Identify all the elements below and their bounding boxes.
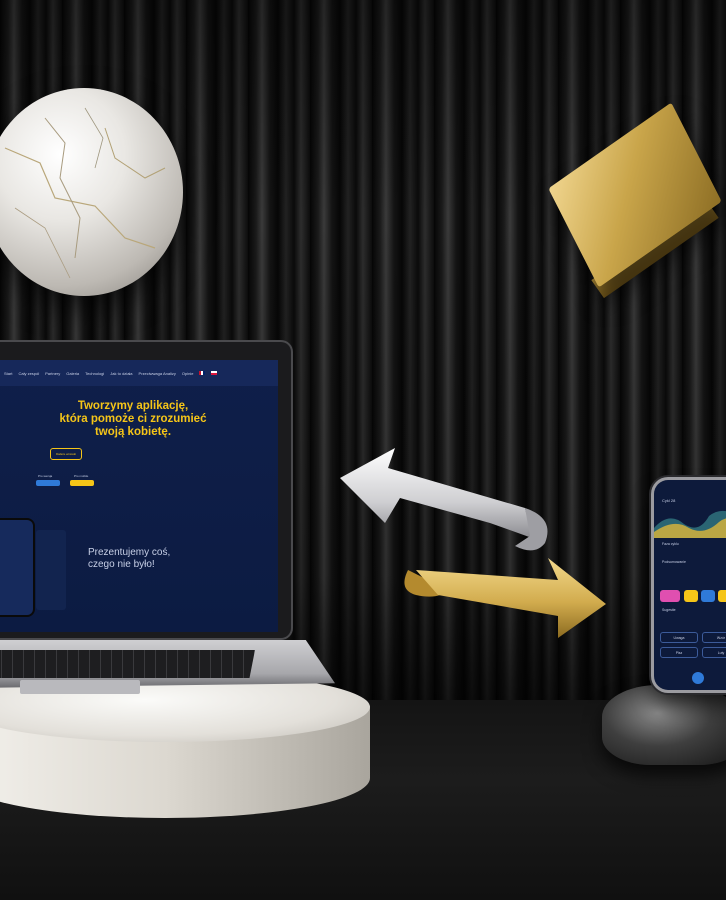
phase-chip[interactable] — [660, 590, 680, 602]
hero-title: Tworzymy aplikację, która pomoże ci zroz… — [0, 400, 278, 439]
app-button[interactable]: Uwaga — [660, 632, 698, 643]
laptop-touchpad — [20, 680, 140, 694]
nav-item[interactable]: Partnery — [45, 371, 60, 376]
store-label: Pro mobile — [74, 474, 89, 478]
app-button[interactable]: Pisz — [660, 647, 698, 658]
app-label: Sugestie — [662, 608, 676, 612]
marble-sphere — [0, 88, 183, 296]
nav-item[interactable]: Jak to działa — [110, 371, 132, 376]
dark-rock-stand — [602, 685, 726, 765]
phase-chip[interactable] — [718, 590, 726, 602]
mini-phone-preview — [0, 520, 33, 615]
uk-flag-icon[interactable] — [199, 371, 206, 375]
nav-item[interactable]: Cały zespół — [18, 371, 39, 376]
marble-veins — [4, 107, 166, 279]
mini-app-panel — [36, 530, 66, 610]
present-text: Prezentujemy coś, czego nie było! — [88, 547, 171, 570]
gold-arrow-icon — [404, 558, 606, 638]
smartphone: Cykl 28 Faza cyklu Podsumowanie Sugestie… — [654, 480, 726, 690]
nav-item[interactable]: Przeciwwaga Analizy — [139, 371, 176, 376]
nav-item[interactable]: Galeria — [66, 371, 79, 376]
nav-item[interactable]: Opinie — [182, 371, 194, 376]
laptop-keyboard — [0, 650, 255, 678]
app-button[interactable]: Wzór — [702, 632, 726, 643]
store-button-yellow[interactable] — [70, 480, 94, 486]
store-button-blue[interactable] — [36, 480, 60, 486]
nav-item[interactable]: Start — [4, 371, 12, 376]
app-header: Cykl 28 — [662, 498, 676, 503]
pl-flag-icon[interactable] — [211, 371, 218, 375]
phase-chip[interactable] — [684, 590, 698, 602]
cycle-wave-chart — [654, 510, 726, 538]
product-scene: Start Cały zespół Partnery Galeria Techn… — [0, 0, 726, 900]
app-button[interactable]: Luty — [702, 647, 726, 658]
home-icon[interactable] — [692, 672, 704, 684]
hero-title-line: Tworzymy aplikację, — [77, 400, 189, 412]
site-navbar: Start Cały zespół Partnery Galeria Techn… — [0, 360, 278, 386]
hero-cta-button[interactable]: Dalsze wnioski — [50, 448, 82, 460]
store-label: Pro wersja — [38, 474, 53, 478]
hero-title-line: która pomoże ci zrozumieć — [59, 413, 207, 425]
laptop-screen: Start Cały zespół Partnery Galeria Techn… — [0, 360, 278, 632]
hero-title-line: twoją kobietę. — [94, 426, 172, 438]
phase-chip[interactable] — [701, 590, 715, 602]
app-label: Podsumowanie — [662, 560, 686, 564]
app-label: Faza cyklu — [662, 542, 679, 546]
nav-item[interactable]: Technologi — [85, 371, 104, 376]
